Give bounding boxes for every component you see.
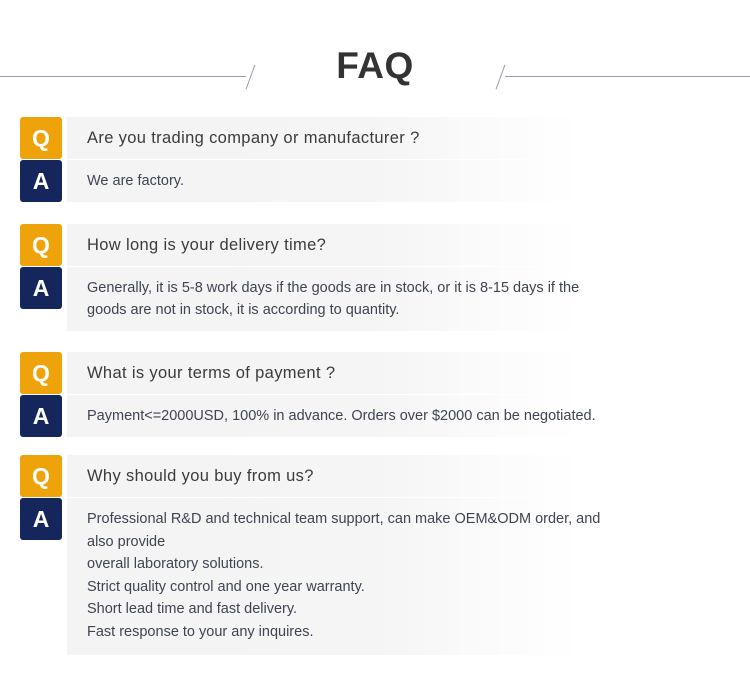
faq-list: Q Are you trading company or manufacture… — [0, 117, 750, 673]
page-title: FAQ — [336, 45, 414, 86]
answer-text: Generally, it is 5-8 work days if the go… — [87, 277, 625, 322]
faq-answer-row: A Professional R&D and technical team su… — [20, 498, 750, 655]
answer-line: Payment<=2000USD, 100% in advance. Order… — [87, 407, 596, 424]
answer-text: Professional R&D and technical team supp… — [87, 508, 625, 643]
faq-item: Q What is your terms of payment ? A Paym… — [0, 352, 750, 437]
faq-answer-row: A We are factory. — [20, 160, 750, 202]
question-bubble: What is your terms of payment ? — [67, 352, 625, 394]
question-text: What is your terms of payment ? — [87, 364, 336, 382]
answer-line: Short lead time and fast delivery. — [87, 601, 298, 617]
answer-bubble: Payment<=2000USD, 100% in advance. Order… — [67, 395, 625, 437]
faq-header: FAQ — [0, 40, 750, 98]
question-text: Why should you buy from us? — [87, 467, 314, 485]
answer-line: Generally, it is 5-8 work days if the go… — [87, 279, 580, 296]
faq-question-row[interactable]: Q How long is your delivery time? — [20, 224, 750, 266]
answer-text: Payment<=2000USD, 100% in advance. Order… — [87, 405, 625, 428]
answer-line: goods are not in stock, it is according … — [87, 302, 400, 318]
answer-bubble: We are factory. — [67, 160, 625, 202]
question-text: How long is your delivery time? — [87, 236, 327, 254]
answer-bubble: Generally, it is 5-8 work days if the go… — [67, 267, 625, 331]
header-rule-right — [505, 76, 750, 77]
answer-line: Strict quality control and one year warr… — [87, 578, 365, 595]
question-badge: Q — [20, 455, 62, 497]
answer-badge: A — [20, 160, 62, 202]
answer-bubble: Professional R&D and technical team supp… — [67, 498, 625, 655]
answer-line: Professional R&D and technical team supp… — [87, 511, 601, 550]
answer-badge: A — [20, 498, 62, 540]
question-bubble: Are you trading company or manufacturer … — [67, 117, 625, 159]
question-text: Are you trading company or manufacturer … — [87, 129, 420, 147]
faq-question-row[interactable]: Q Are you trading company or manufacture… — [20, 117, 750, 159]
faq-item: Q How long is your delivery time? A Gene… — [0, 224, 750, 331]
answer-text: We are factory. — [87, 170, 625, 193]
faq-answer-row: A Generally, it is 5-8 work days if the … — [20, 267, 750, 331]
answer-badge: A — [20, 267, 62, 309]
question-badge: Q — [20, 352, 62, 394]
question-bubble: How long is your delivery time? — [67, 224, 625, 266]
faq-item: Q Why should you buy from us? A Professi… — [0, 455, 750, 655]
faq-question-row[interactable]: Q What is your terms of payment ? — [20, 352, 750, 394]
answer-badge: A — [20, 395, 62, 437]
answer-line: Fast response to your any inquires. — [87, 623, 314, 640]
answer-line: We are factory. — [87, 172, 184, 189]
answer-line: overall laboratory solutions. — [87, 556, 264, 572]
faq-item: Q Are you trading company or manufacture… — [0, 117, 750, 202]
faq-question-row[interactable]: Q Why should you buy from us? — [20, 455, 750, 497]
question-badge: Q — [20, 117, 62, 159]
question-badge: Q — [20, 224, 62, 266]
faq-page: FAQ Q Are you trading company or manufac… — [0, 0, 750, 697]
faq-answer-row: A Payment<=2000USD, 100% in advance. Ord… — [20, 395, 750, 437]
question-bubble: Why should you buy from us? — [67, 455, 625, 497]
